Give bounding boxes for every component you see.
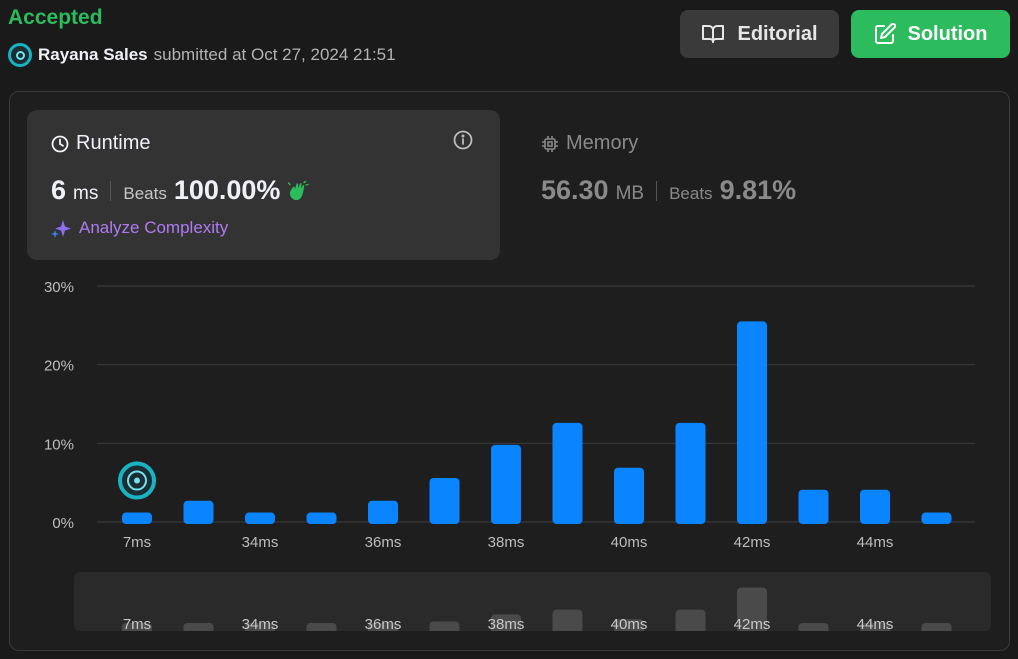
- minimap-tick-label: 44ms: [857, 616, 894, 631]
- edit-icon: [874, 23, 896, 44]
- x-tick-label: 42ms: [734, 534, 771, 551]
- minimap-bar: [552, 609, 583, 631]
- avatar[interactable]: [8, 43, 32, 67]
- memory-beats-label: Beats: [669, 184, 713, 203]
- chart-bar: [737, 321, 767, 524]
- submitter-row: Rayana Sales submitted at Oct 27, 2024 2…: [8, 43, 396, 67]
- x-tick-label: 36ms: [365, 534, 402, 551]
- x-tick-label: 44ms: [857, 534, 894, 551]
- y-tick-label: 20%: [44, 358, 74, 375]
- memory-label: Memory: [566, 132, 639, 154]
- minimap-tick-label: 42ms: [734, 616, 771, 631]
- chart-bar: [921, 512, 952, 524]
- submitted-timestamp: submitted at Oct 27, 2024 21:51: [153, 45, 396, 64]
- runtime-label-row: Runtime: [51, 132, 150, 155]
- x-tick-label: 38ms: [488, 534, 525, 551]
- submitter-name[interactable]: Rayana Sales: [38, 45, 148, 65]
- memory-label-row[interactable]: Memory: [541, 132, 638, 155]
- minimap-bar: [429, 621, 460, 631]
- chip-icon: [542, 135, 558, 152]
- chart-bar: [860, 489, 890, 524]
- memory-separator: [656, 180, 658, 201]
- runtime-unit: ms: [73, 183, 99, 204]
- minimap-tick-label: 7ms: [123, 616, 151, 631]
- solution-button-label: Solution: [907, 22, 988, 45]
- chart-bar: [306, 512, 337, 524]
- runtime-beats-value: 100.00%: [173, 175, 281, 205]
- y-tick-label: 10%: [44, 436, 74, 453]
- minimap-bars: 7ms 34ms 36ms 38ms 40ms 42ms 44ms: [122, 587, 952, 631]
- chart-bar: [429, 477, 460, 524]
- chart-bar: [183, 500, 214, 524]
- submission-status: Accepted: [8, 6, 103, 29]
- y-tick-label: 0%: [52, 515, 74, 532]
- analyze-complexity-label: Analyze Complexity: [79, 218, 229, 237]
- chart-bar: [675, 422, 706, 524]
- memory-unit: MB: [615, 183, 645, 204]
- chart-bar: [491, 444, 521, 524]
- runtime-value: 6: [51, 175, 67, 205]
- runtime-beats-label: Beats: [123, 184, 167, 203]
- chart-bar: [798, 489, 829, 524]
- chart-bar: [614, 467, 644, 524]
- runtime-label: Runtime: [76, 132, 151, 154]
- marker-dot: [134, 477, 140, 484]
- chart-bar: [368, 500, 398, 524]
- minimap-bar: [306, 623, 337, 631]
- x-tick-label: 40ms: [611, 534, 648, 551]
- user-submission-marker: [118, 461, 156, 500]
- chart-range-minimap[interactable]: 7ms 34ms 36ms 38ms 40ms 42ms 44ms: [74, 572, 991, 631]
- y-tick-label: 30%: [44, 279, 74, 296]
- memory-metric-row: 56.30 MB Beats 9.81%: [541, 175, 796, 206]
- book-icon: [702, 25, 725, 43]
- memory-beats-value: 9.81%: [719, 175, 797, 205]
- minimap-tick-label: 40ms: [611, 616, 648, 631]
- minimap-bar: [921, 623, 952, 631]
- analyze-complexity-link[interactable]: Analyze Complexity: [51, 218, 228, 238]
- info-icon[interactable]: [452, 129, 474, 151]
- minimap-tick-label: 38ms: [488, 616, 525, 631]
- chart-bar: [552, 422, 583, 524]
- x-tick-label: 34ms: [242, 534, 279, 551]
- runtime-distribution-chart: 0% 10% 20% 30% 7ms 34ms 36ms 38ms 40ms 42ms 44ms: [44, 279, 975, 551]
- memory-value: 56.30: [541, 175, 609, 205]
- sparkle-icon: [51, 220, 71, 238]
- solution-button[interactable]: Solution: [851, 10, 1010, 58]
- chart-bar: [245, 512, 275, 524]
- minimap-tick-label: 36ms: [365, 616, 402, 631]
- minimap-bar: [798, 623, 829, 631]
- minimap-bar: [183, 623, 214, 631]
- clapping-hands-icon: [288, 180, 310, 200]
- editorial-button-label: Editorial: [737, 22, 818, 45]
- minimap-bar: [675, 609, 706, 631]
- runtime-metric-row: 6 ms Beats 100.00%: [51, 175, 310, 206]
- editorial-button[interactable]: Editorial: [680, 10, 839, 58]
- chart-bar: [122, 512, 152, 524]
- x-tick-label: 7ms: [123, 534, 151, 551]
- minimap-tick-label: 34ms: [242, 616, 279, 631]
- runtime-separator: [110, 180, 112, 201]
- clock-icon: [51, 135, 69, 152]
